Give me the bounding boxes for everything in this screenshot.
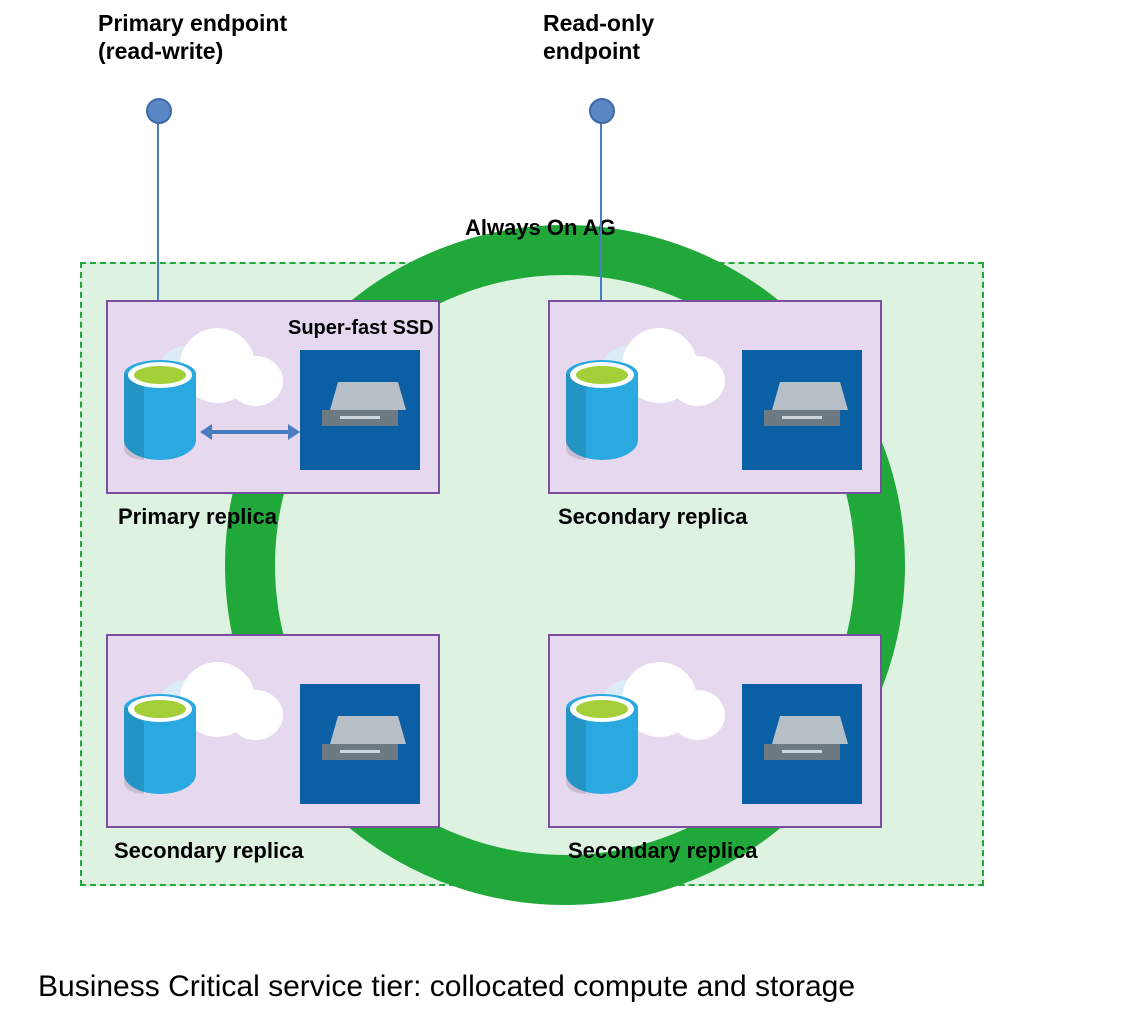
always-on-ag-label: Always On AG [465, 215, 616, 241]
database-icon [566, 328, 686, 468]
database-cylinder-icon [566, 694, 638, 794]
secondary-replica-box-2 [106, 634, 440, 828]
readonly-endpoint-line1: Read-only [543, 10, 654, 36]
ssd-storage-icon [742, 684, 862, 804]
db-ssd-arrow [212, 430, 288, 434]
database-cylinder-icon [566, 360, 638, 460]
secondary-replica-box-3 [548, 634, 882, 828]
secondary-replica-label-2: Secondary replica [114, 838, 304, 864]
ssd-label: Super-fast SSD [288, 316, 434, 340]
readonly-endpoint-label: Read-only endpoint [543, 10, 743, 65]
database-icon [124, 662, 244, 802]
secondary-replica-box-1 [548, 300, 882, 494]
ssd-storage-icon [742, 350, 862, 470]
primary-endpoint-label: Primary endpoint (read-write) [98, 10, 358, 65]
primary-replica-box: Super-fast SSD [106, 300, 440, 494]
primary-replica-label: Primary replica [118, 504, 277, 530]
database-cylinder-icon [124, 694, 196, 794]
primary-endpoint-line2: (read-write) [98, 38, 223, 64]
ssd-storage-icon [300, 350, 420, 470]
secondary-replica-label-3: Secondary replica [568, 838, 758, 864]
database-icon [124, 328, 244, 468]
primary-endpoint-dot [146, 98, 172, 124]
readonly-endpoint-line2: endpoint [543, 38, 640, 64]
primary-endpoint-line1: Primary endpoint [98, 10, 287, 36]
secondary-replica-label-1: Secondary replica [558, 504, 748, 530]
database-icon [566, 662, 686, 802]
diagram-canvas: Always On AG Primary endpoint (read-writ… [0, 0, 1124, 1034]
readonly-endpoint-dot [589, 98, 615, 124]
database-cylinder-icon [124, 360, 196, 460]
ssd-storage-icon [300, 684, 420, 804]
diagram-caption: Business Critical service tier: collocat… [38, 970, 855, 1004]
